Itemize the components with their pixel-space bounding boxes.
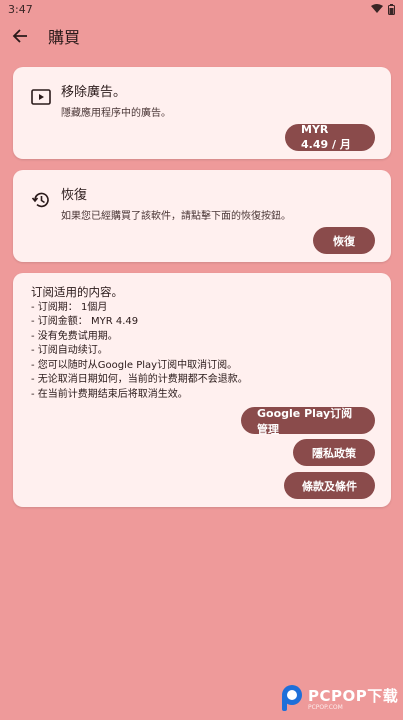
restore-button[interactable]: 恢復 [313, 227, 375, 254]
subscribe-price-button[interactable]: MYR 4.49 / 月 [285, 123, 375, 151]
status-icons [371, 3, 395, 15]
restore-title: 恢復 [61, 188, 88, 203]
watermark-text: PCPOP下载 [308, 687, 399, 705]
watermark-logo: PCPOP下载 PCPOP.COM [280, 684, 398, 712]
subscription-heading: 订阅适用的内容。 [31, 285, 123, 299]
subscription-line: - 在当前计费期结束后将取消生效。 [31, 388, 188, 400]
subscription-line: - 您可以随时从Google Play订阅中取消订阅。 [31, 359, 238, 371]
pcpop-logo-icon [282, 685, 302, 711]
wifi-icon [371, 4, 383, 13]
subscription-line: - 订阅期： 1個月 [31, 301, 108, 313]
subscription-line: - 订阅金额： MYR 4.49 [31, 316, 139, 327]
history-icon [31, 192, 49, 208]
google-play-manage-button[interactable]: Google Play订阅管理 [241, 407, 375, 436]
subscription-info-card: 订阅适用的内容。 - 订阅期： 1個月 - 订阅金额： MYR 4.49 - 没… [13, 273, 391, 507]
status-time: 3:47 [8, 2, 33, 16]
back-button[interactable] [0, 18, 40, 54]
subscription-line: - 没有免费试用期。 [31, 330, 118, 342]
arrow-back-icon [12, 29, 27, 43]
app-bar: 購買 [0, 18, 403, 54]
restore-card: 恢復 如果您已經購買了該軟件，請點擊下面的恢復按鈕。 恢復 [13, 170, 391, 262]
video-play-icon [31, 89, 51, 105]
watermark-subtext: PCPOP.COM [308, 704, 343, 711]
subscription-line: - 无论取消日期如何，当前的计费期都不会退款。 [31, 374, 248, 385]
battery-icon [388, 3, 395, 15]
restore-subtitle: 如果您已經購買了該軟件，請點擊下面的恢復按鈕。 [61, 211, 291, 222]
subscription-line: - 订阅自动续订。 [31, 345, 108, 356]
remove-ads-subtitle: 隱藏應用程序中的廣告。 [61, 108, 171, 119]
remove-ads-card: 移除廣告。 隱藏應用程序中的廣告。 MYR 4.49 / 月 [13, 67, 391, 159]
page-title: 購買 [48, 28, 81, 47]
status-bar: 3:47 [0, 0, 403, 18]
remove-ads-title: 移除廣告。 [61, 85, 127, 100]
privacy-policy-button[interactable]: 隱私政策 [293, 439, 375, 466]
terms-button[interactable]: 條款及條件 [284, 472, 375, 499]
subscription-info: 订阅适用的内容。 - 订阅期： 1個月 - 订阅金额： MYR 4.49 - 没… [31, 285, 248, 402]
